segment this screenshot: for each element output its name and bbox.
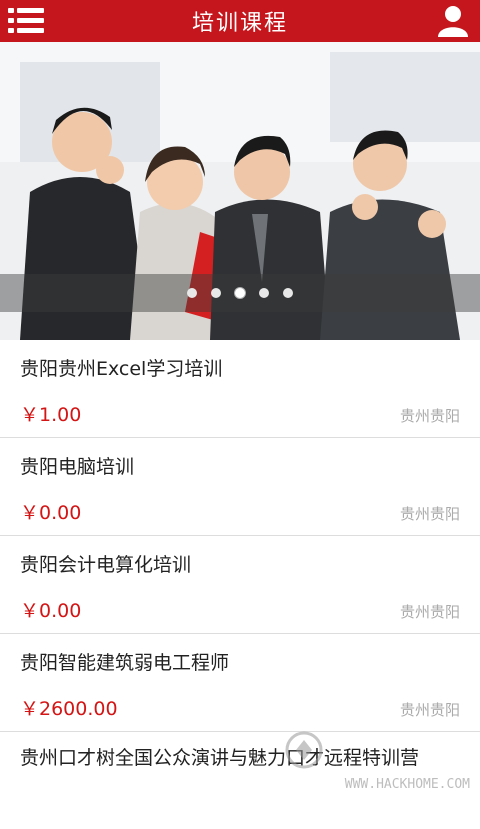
list-item[interactable]: 贵阳智能建筑弱电工程师 ￥2600.00 贵州贵阳 bbox=[0, 634, 480, 732]
course-location: 贵州贵阳 bbox=[400, 503, 460, 524]
course-location: 贵州贵阳 bbox=[400, 699, 460, 720]
carousel-dot[interactable] bbox=[187, 288, 197, 298]
course-price: ￥0.00 bbox=[20, 596, 81, 623]
carousel-indicator bbox=[0, 274, 480, 312]
carousel-dot[interactable] bbox=[283, 288, 293, 298]
user-icon[interactable] bbox=[436, 4, 470, 38]
course-name: 贵阳贵州Excel学习培训 bbox=[20, 354, 222, 381]
page-title: 培训课程 bbox=[192, 5, 288, 37]
watermark-logo-icon bbox=[284, 730, 324, 770]
course-price: ￥2600.00 bbox=[20, 694, 118, 721]
course-name: 贵阳智能建筑弱电工程师 bbox=[20, 648, 229, 675]
course-location: 贵州贵阳 bbox=[400, 405, 460, 426]
list-item[interactable]: 贵阳贵州Excel学习培训 ￥1.00 贵州贵阳 bbox=[0, 340, 480, 438]
carousel-dot[interactable] bbox=[235, 288, 245, 298]
watermark-site: WWW.HACKHOME.COM bbox=[345, 777, 470, 792]
watermark: WWW.HACKHOME.COM bbox=[284, 730, 474, 798]
carousel-dot[interactable] bbox=[211, 288, 221, 298]
banner-carousel[interactable] bbox=[0, 42, 480, 340]
app-header: 培训课程 bbox=[0, 0, 480, 42]
course-location: 贵州贵阳 bbox=[400, 601, 460, 622]
list-item[interactable]: 贵阳会计电算化培训 ￥0.00 贵州贵阳 bbox=[0, 536, 480, 634]
course-price: ￥0.00 bbox=[20, 498, 81, 525]
menu-icon[interactable] bbox=[8, 7, 44, 35]
course-name: 贵阳电脑培训 bbox=[20, 452, 134, 479]
course-price: ￥1.00 bbox=[20, 400, 81, 427]
course-name: 贵阳会计电算化培训 bbox=[20, 550, 191, 577]
list-item[interactable]: 贵阳电脑培训 ￥0.00 贵州贵阳 bbox=[0, 438, 480, 536]
carousel-dot[interactable] bbox=[259, 288, 269, 298]
